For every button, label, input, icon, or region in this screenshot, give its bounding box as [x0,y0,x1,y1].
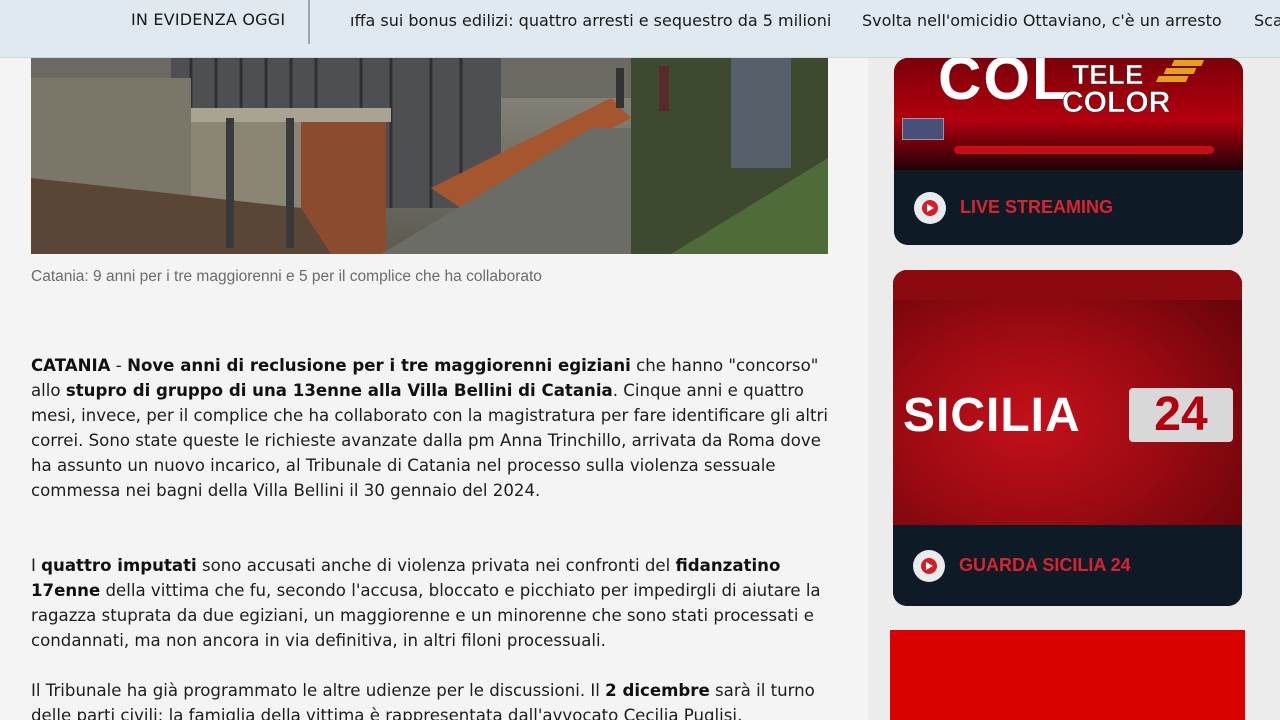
photo-caption: Catania: 9 anni per i tre maggiorenni e … [31,268,542,285]
sicilia24-number-badge: 24 [1129,388,1233,442]
banner-text: COL [938,58,1071,112]
ticker-track: ıffa sui bonus edilizi: quattro arresti … [312,0,1280,44]
sidebar-ad-block[interactable] [890,630,1245,720]
news-ticker-bar: IN EVIDENZA OGGI ıffa sui bonus edilizi:… [0,0,1280,58]
sicilia24-banner: SICILIA 24 [893,270,1242,525]
banner-top-band [893,270,1242,300]
live-streaming-label[interactable]: LIVE STREAMING [960,197,1113,218]
mini-thumbnail [902,118,944,140]
bold-text: stupro di gruppo di una 13enne alla Vill… [65,381,613,400]
text-span: - [110,356,128,375]
ticker-divider [308,0,310,44]
ticker-item-truncated[interactable]: Sca [1254,11,1280,30]
play-icon[interactable] [914,191,946,224]
article-paragraph-1: CATANIA - Nove anni di reclusione per i … [31,353,831,503]
banner-swoosh [954,146,1214,154]
text-span: I [31,556,42,575]
telecolor-logo: TELE COLOR [1058,56,1218,122]
article-photo [31,58,828,254]
article-paragraph-3: Il Tribunale ha già programmato le altre… [31,678,831,720]
ticker-item-bonus-edilizi[interactable]: ıffa sui bonus edilizi: quattro arresti … [350,11,831,30]
sicilia24-footer[interactable]: GUARDA SICILIA 24 [893,525,1242,606]
play-icon[interactable] [913,549,945,582]
bold-text: Nove anni di reclusione per i tre maggio… [127,356,631,375]
text-span: sono accusati anche di violenza privata … [196,556,676,575]
dateline: CATANIA [31,356,111,375]
logo-line-2: COLOR [1062,86,1171,118]
ticker-item-omicidio-ottaviano[interactable]: Svolta nell'omicidio Ottaviano, c'è un a… [862,11,1222,30]
sicilia-wordmark: SICILIA [903,389,1081,442]
sicilia24-card[interactable]: SICILIA 24 GUARDA SICILIA 24 [893,270,1242,606]
ticker-label: IN EVIDENZA OGGI [131,10,286,29]
bold-text: 2 dicembre [605,681,710,700]
guarda-sicilia24-label[interactable]: GUARDA SICILIA 24 [959,555,1131,576]
bold-text: quattro imputati [41,556,197,575]
text-span: Il Tribunale ha già programmato le altre… [31,681,606,700]
article-paragraph-2: I quattro imputati sono accusati anche d… [31,553,831,653]
live-streaming-footer[interactable]: LIVE STREAMING [894,170,1243,245]
text-span: della vittima che fu, secondo l'accusa, … [31,581,821,650]
